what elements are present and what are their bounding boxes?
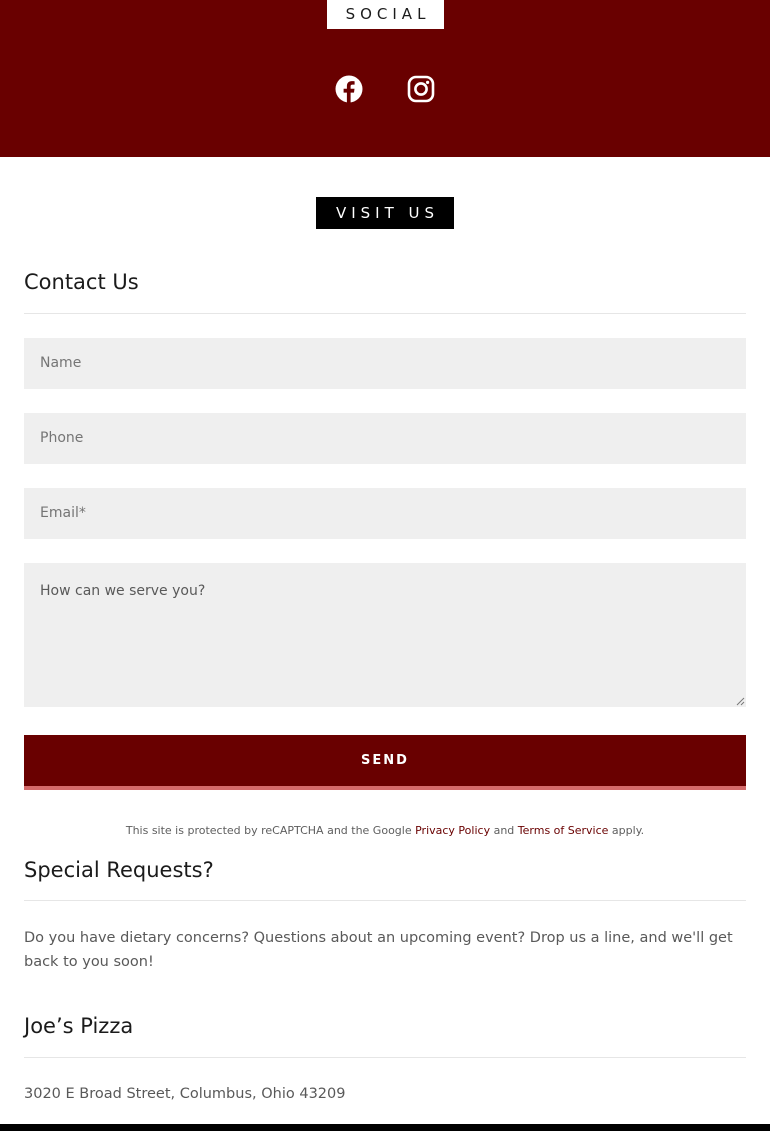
privacy-policy-link[interactable]: Privacy Policy xyxy=(415,824,490,837)
recaptcha-suffix: apply. xyxy=(608,824,645,837)
phone-field[interactable] xyxy=(24,413,746,464)
message-placeholder: How can we serve you? xyxy=(40,583,206,599)
email-field[interactable] xyxy=(24,488,746,539)
recaptcha-notice: This site is protected by reCAPTCHA and … xyxy=(0,824,770,837)
recaptcha-prefix: This site is protected by reCAPTCHA and … xyxy=(125,824,416,837)
special-requests-divider xyxy=(24,900,746,901)
footer-bar xyxy=(0,1124,770,1131)
name-field[interactable] xyxy=(24,338,746,389)
instagram-icon[interactable] xyxy=(407,75,435,103)
terms-of-service-link[interactable]: Terms of Service xyxy=(518,824,609,837)
message-field[interactable]: How can we serve you? xyxy=(24,563,746,707)
special-requests-text: Do you have dietary concerns? Questions … xyxy=(24,930,733,970)
contact-divider xyxy=(24,313,746,314)
social-section: SOCIAL xyxy=(0,0,770,157)
facebook-icon[interactable] xyxy=(335,75,363,103)
resize-handle-icon[interactable] xyxy=(736,697,745,706)
recaptcha-middle: and xyxy=(490,824,518,837)
visit-us-heading: VISIT US xyxy=(316,197,454,229)
business-name: Joe’s Pizza xyxy=(24,1014,134,1038)
special-requests-title: Special Requests? xyxy=(24,858,214,882)
business-address: 3020 E Broad Street, Columbus, Ohio 4320… xyxy=(24,1086,346,1102)
contact-title: Contact Us xyxy=(24,270,139,294)
social-heading: SOCIAL xyxy=(327,0,444,29)
send-button[interactable]: SEND xyxy=(24,735,746,790)
business-divider xyxy=(24,1057,746,1058)
